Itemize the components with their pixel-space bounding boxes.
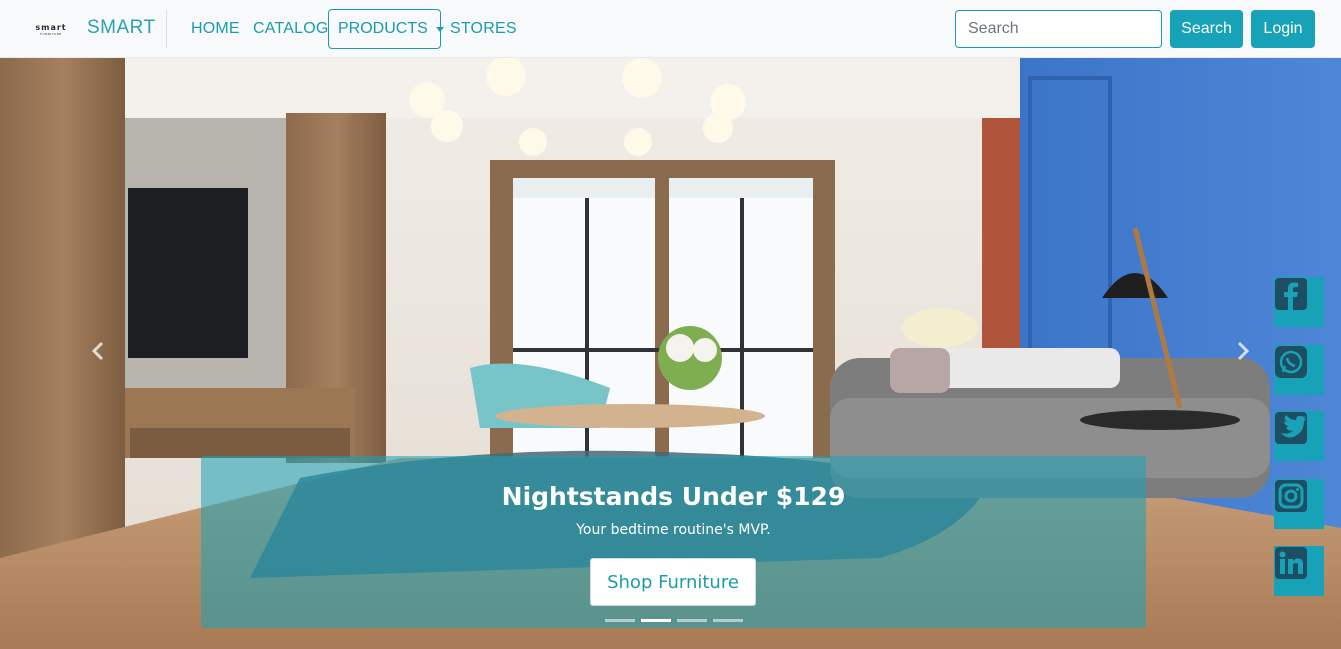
nav-catalog[interactable]: CATALOG [253,20,329,38]
nav-products-label: PRODUCTS [338,20,428,37]
login-button[interactable]: Login [1251,10,1315,48]
shop-furniture-button[interactable]: Shop Furniture [590,558,756,606]
caption-title: Nightstands Under $129 [501,482,846,511]
search-input[interactable] [955,10,1162,48]
hero-carousel: Nightstands Under $129 Your bedtime rout… [0,58,1341,649]
carousel-indicator-active[interactable] [641,619,671,622]
search-button[interactable]: Search [1170,10,1243,48]
nav-products-dropdown[interactable]: PRODUCTS [328,9,444,49]
instagram-icon [1275,480,1307,512]
navbar: smart FURNITURE SMART HOME CATALOG PRODU… [0,0,1341,58]
brand-logo[interactable]: smart FURNITURE [30,24,72,37]
carousel-indicators [605,619,743,622]
facebook-icon [1275,278,1307,310]
linkedin-icon [1275,547,1307,579]
nav-stores[interactable]: STORES [450,20,517,38]
carousel-prev-button[interactable] [91,341,111,365]
carousel-indicator[interactable] [677,619,707,622]
linkedin-button[interactable] [1274,546,1324,596]
whatsapp-icon [1275,346,1307,378]
chevron-left-icon [91,341,104,361]
facebook-button[interactable] [1274,277,1324,327]
nav-divider [166,10,167,48]
instagram-button[interactable] [1274,479,1324,529]
carousel-caption: Nightstands Under $129 Your bedtime rout… [201,456,1146,628]
carousel-indicator[interactable] [713,619,743,622]
carousel-indicator[interactable] [605,619,635,622]
twitter-button[interactable] [1274,411,1324,461]
chevron-down-icon [435,26,444,32]
carousel-next-button[interactable] [1236,341,1256,365]
brand-name[interactable]: SMART [87,17,156,39]
twitter-icon [1275,412,1307,444]
nav-home[interactable]: HOME [191,20,240,38]
whatsapp-button[interactable] [1274,345,1324,395]
chevron-right-icon [1237,341,1250,361]
caption-subtitle: Your bedtime routine's MVP. [576,522,771,538]
